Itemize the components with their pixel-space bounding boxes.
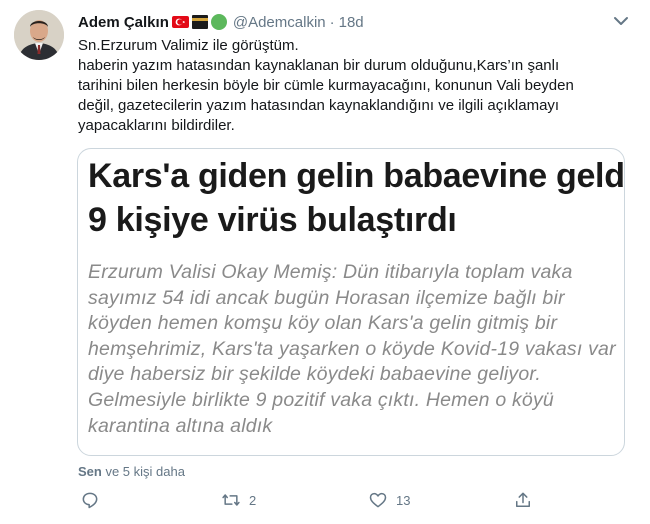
heart-icon <box>369 492 387 508</box>
likers-summary[interactable]: Sen ve 5 kişi daha <box>78 464 185 479</box>
author-name[interactable]: Adem Çalkın <box>78 14 169 31</box>
tweet-header: Adem Çalkın @Ademcalkin · 18d <box>78 12 364 32</box>
headline-line: Kars'a giden gelin babaevine geldi, <box>88 157 625 195</box>
tweet-text-line: yapacaklarını bildirdiler. <box>78 117 235 134</box>
likers-rest: ve 5 kişi daha <box>101 464 185 479</box>
reply-icon <box>82 492 98 509</box>
quote-line: Gelmesiyle birlikte 9 pozitif vaka çıktı… <box>88 388 554 411</box>
tweet-text-line: haberin yazım hatasından kaynaklanan bir… <box>78 57 560 74</box>
quote-line: köyden hemen komşu köy olan Kars'a gelin… <box>88 312 558 335</box>
retweet-icon <box>222 494 240 506</box>
author-handle[interactable]: @Ademcalkin <box>233 14 326 31</box>
quote-line: Erzurum Valisi Okay Memiş: Dün itibarıyl… <box>88 261 573 283</box>
quote-line: sayımız 54 idi ancak bugün Horasan ilçem… <box>88 286 565 309</box>
retweet-count: 2 <box>249 492 257 508</box>
chevron-down-icon[interactable] <box>610 12 632 30</box>
tweet-actions: 2 13 <box>78 490 548 516</box>
news-headline: Kars'a giden gelin babaevine geldi, 9 ki… <box>88 154 625 242</box>
share-icon <box>516 492 530 507</box>
like-button[interactable]: 13 <box>368 490 410 510</box>
tweet-text-line: Sn.Erzurum Valimiz ile görüştüm. <box>78 37 299 54</box>
quote-line: hemşehrimiz, Kars'ta yaşarken o köyde Ko… <box>88 337 616 360</box>
avatar[interactable] <box>14 10 64 60</box>
kaaba-icon <box>191 15 208 29</box>
reply-button[interactable] <box>80 490 108 510</box>
quote-line: diye habersiz bir şekilde köydeki babaev… <box>88 363 542 386</box>
tweet-text: Sn.Erzurum Valimiz ile görüştüm. haberin… <box>78 36 618 136</box>
headline-line: 9 kişiye virüs bulaştırdı <box>88 201 457 239</box>
tweet-text-line: tarihini bilen herkesin böyle bir cümle … <box>78 77 574 94</box>
attached-image-card[interactable]: Kars'a giden gelin babaevine geldi, 9 ki… <box>77 148 625 456</box>
profile-photo <box>14 10 64 60</box>
share-button[interactable] <box>513 490 533 510</box>
green-circle-icon <box>210 14 227 30</box>
turkey-flag-icon <box>171 16 189 28</box>
quote-line: karantina altına aldık <box>88 414 273 437</box>
retweet-button[interactable]: 2 <box>221 490 256 510</box>
tweet-text-line: değil, gazetecilerin yazım hatasından ka… <box>78 97 560 114</box>
likers-you: Sen <box>78 464 102 479</box>
like-count: 13 <box>396 492 411 508</box>
news-quote: Erzurum Valisi Okay Memiş: Dün itibarıyl… <box>88 260 618 439</box>
header-separator: · <box>329 13 335 31</box>
tweet-timestamp[interactable]: 18d <box>339 14 364 31</box>
